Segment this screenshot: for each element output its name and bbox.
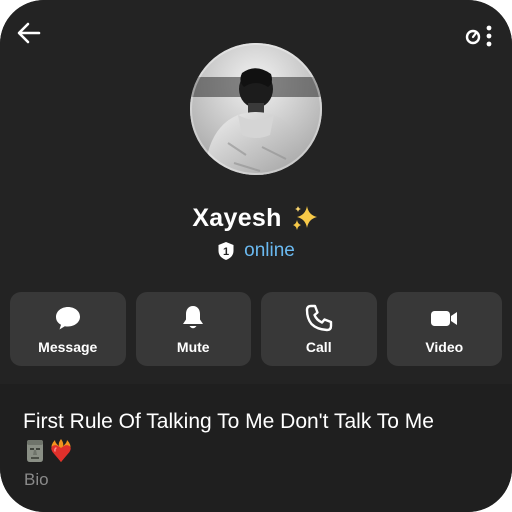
mute-button[interactable]: Mute	[135, 292, 251, 366]
bio-label: Bio	[24, 470, 49, 489]
bio-emojis	[24, 438, 74, 464]
video-button[interactable]: Video	[386, 292, 502, 366]
video-camera-icon	[431, 311, 458, 326]
avatar[interactable]	[190, 43, 322, 175]
message-button[interactable]: Message	[10, 292, 126, 366]
profile-header: Xayesh 1 online Message Mute Call Video	[0, 0, 512, 384]
status-row: 1 online	[0, 238, 512, 264]
moai-icon	[27, 440, 43, 462]
name-row: Xayesh	[0, 200, 512, 236]
call-button[interactable]: Call	[261, 292, 377, 366]
profile-screen: Xayesh 1 online Message Mute Call Video …	[0, 0, 512, 512]
message-bubble-icon	[55, 307, 80, 330]
more-options-button[interactable]	[460, 16, 500, 54]
bell-icon	[183, 306, 204, 329]
video-label: Video	[425, 339, 464, 355]
call-label: Call	[305, 339, 332, 355]
avatar-photo	[190, 43, 322, 175]
more-options-icon	[465, 25, 492, 47]
mute-label: Mute	[176, 339, 210, 355]
badge-number: 1	[223, 246, 229, 258]
phone-icon	[305, 304, 332, 332]
bio-card	[0, 384, 512, 512]
sparkles-icon	[292, 206, 317, 230]
heart-on-fire-icon	[51, 439, 71, 462]
profile-name: Xayesh	[192, 203, 282, 232]
arrow-left-icon	[17, 22, 41, 44]
online-status: online	[244, 240, 295, 261]
bio-text: First Rule Of Talking To Me Don't Talk T…	[23, 410, 434, 433]
message-label: Message	[38, 339, 98, 355]
back-button[interactable]	[10, 14, 48, 52]
shield-badge-icon: 1	[218, 242, 234, 260]
action-buttons: Message Mute Call Video	[10, 292, 502, 366]
